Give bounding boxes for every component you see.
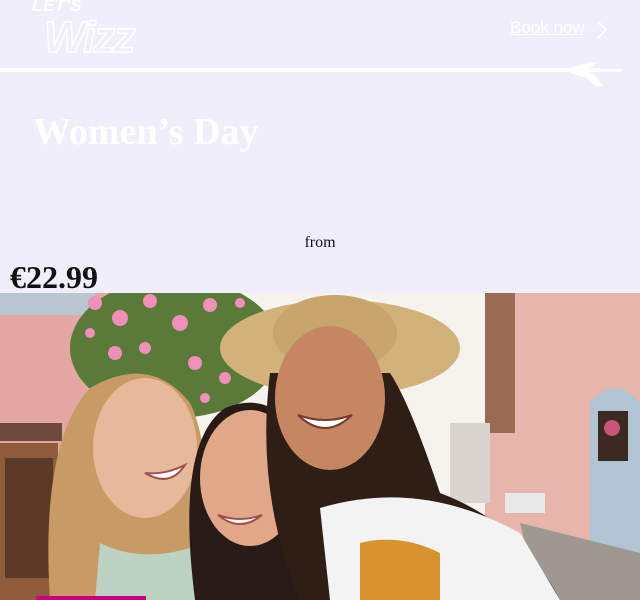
book-now-link[interactable]: Book now xyxy=(510,18,585,38)
price-value: €22.99 xyxy=(10,259,98,295)
plane-icon xyxy=(570,62,623,86)
promo-header: LET'S Wizz Book now Women’s Day from €22… xyxy=(0,0,640,295)
hero-photo xyxy=(0,293,640,600)
wizz-logo[interactable]: LET'S Wizz xyxy=(30,0,150,62)
page-title: Women’s Day xyxy=(33,111,259,153)
wizz-wordmark-icon: Wizz xyxy=(43,12,138,60)
cta-button-edge[interactable] xyxy=(36,596,146,600)
chevron-right-icon[interactable] xyxy=(596,20,608,40)
from-label: from xyxy=(304,234,336,251)
plane-divider xyxy=(0,62,623,86)
svg-text:Wizz: Wizz xyxy=(44,13,135,60)
